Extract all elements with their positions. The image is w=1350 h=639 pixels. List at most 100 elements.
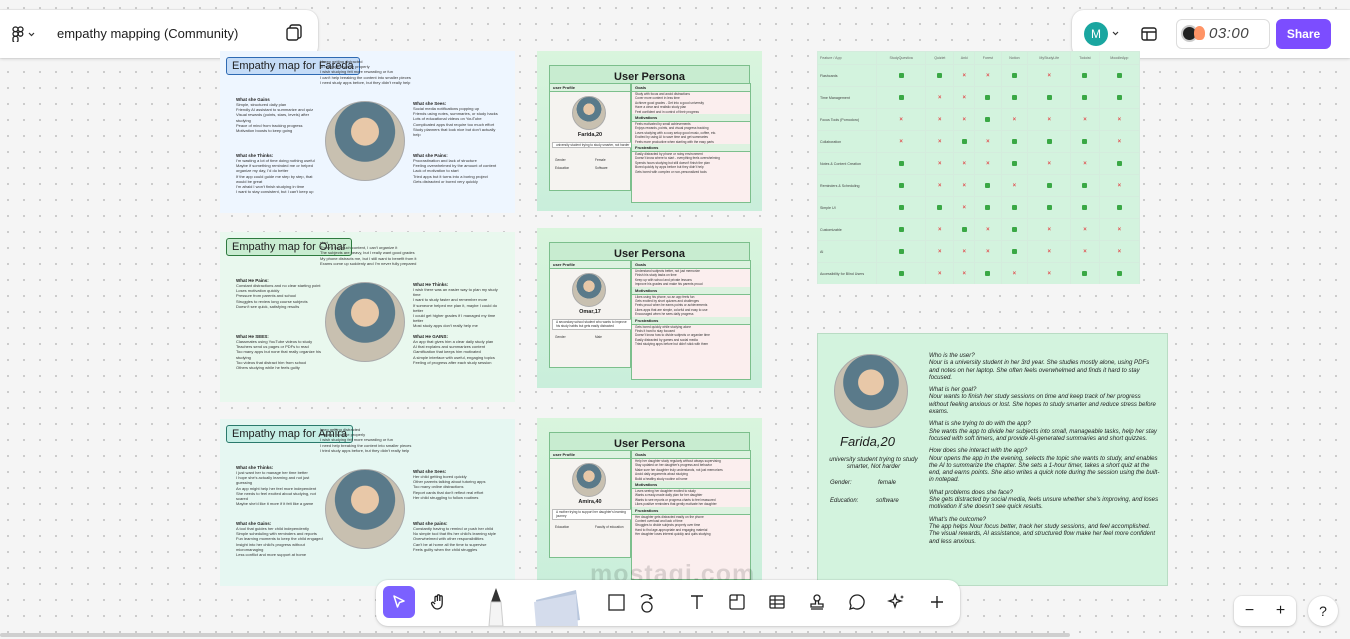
matrix-cell: × [974,218,1002,241]
file-name[interactable]: empathy mapping (Community) [57,26,238,41]
cross-icon: × [1083,116,1087,123]
cross-icon: × [1012,270,1017,277]
hand-tool-button[interactable] [423,586,455,618]
quadrant-item: If the app could guide me step by step, … [236,173,313,184]
ai-tool-button[interactable] [881,586,913,618]
story-education: software [876,498,899,504]
story-question: How does she interact with the app? [929,447,1028,455]
matrix-row-label: Collaboration [817,130,877,153]
persona-name: Amira,40 [578,499,602,505]
check-icon [1082,182,1088,188]
story-answer: Nour is a university student in her 3rd … [929,359,1150,381]
empathy-quadrant: What He Thinks: I wish there was an easie… [413,282,501,329]
quadrant-item: I could get higher grades if I managed m… [413,313,496,324]
matrix-cell [875,86,927,109]
stickies-icon [534,590,580,626]
persona-card[interactable]: User Persona user Profile Farida,20 univers… [537,51,762,211]
check-icon [1082,72,1088,78]
section-tool-button[interactable] [721,586,753,618]
matrix-cell [875,262,927,284]
check-icon [1116,72,1122,78]
user-avatar[interactable]: M [1084,22,1108,46]
matrix-cell [974,86,1002,109]
check-icon [985,270,991,276]
matrix-cell: × [1027,64,1072,87]
matrix-cell [875,218,927,241]
quadrant-item: Too many apps but none that really organ… [236,349,321,360]
matrix-cell: × [925,240,955,263]
shape-tool-button[interactable] [601,586,633,618]
comment-tool-button[interactable] [841,586,873,618]
quadrant-item: Gets distracted or bored very quickly [413,178,478,184]
move-tool-button[interactable] [383,586,415,618]
matrix-cell [1098,196,1140,219]
more-tools-button[interactable] [921,586,953,618]
persona-photo [572,96,606,130]
cross-icon: × [986,72,990,79]
cross-icon: × [1117,248,1122,255]
matrix-cell [974,108,1002,131]
text-tool-button[interactable] [681,586,713,618]
layout-panel-icon[interactable] [1140,25,1158,43]
matrix-row: Time Management × × [817,86,1140,109]
zoom-in-button[interactable]: + [1265,596,1296,626]
chevron-down-icon[interactable] [1112,31,1119,36]
persona-card[interactable]: User Persona user Profile Omar,17 A seconda… [537,228,762,388]
sparkle-icon [887,592,904,610]
matrix-cell [875,152,927,175]
matrix-cell [1098,86,1140,109]
comment-icon [849,594,865,610]
persona-profile: user Profile Omar,17 A secondary school st… [549,260,634,368]
zoom-out-button[interactable]: − [1234,596,1265,626]
table-tool-button[interactable] [761,586,793,618]
hand-icon [430,594,443,610]
matrix-cell: × [1000,174,1029,197]
quadrant-item: Doesn't see quick, satisfying results [236,303,300,309]
shapes-tool-button[interactable] [528,586,584,626]
empathy-map-card[interactable]: Empathy map for Fareda I keep getting dis… [220,51,515,213]
section-label: Frustrations [632,506,750,515]
timer-widget[interactable]: 03:00 [1176,19,1270,49]
share-button[interactable]: Share [1276,19,1331,49]
cross-icon: × [938,160,942,167]
matrix-cell: × [1098,174,1140,197]
matrix-cell: × [1098,108,1140,131]
cross-icon: × [1117,116,1122,123]
comparison-matrix[interactable]: Feature / App StudyQuestiva Quizlet Anki For… [817,51,1140,284]
matrix-row-label: Time Management [817,86,877,109]
cross-icon: × [1083,226,1087,233]
stamp-tool-button[interactable] [801,586,833,618]
persona-desc: A secondary school student who wants to … [552,319,634,330]
quadrant-item: I want to stay consistent, but I can't k… [236,189,314,195]
check-icon [1116,270,1122,276]
story-answer: Nour opens the app in the evening, selec… [929,454,1160,484]
connector-tool-button[interactable] [631,586,663,618]
matrix-cell: × [953,108,976,131]
profile-label: user Profile [550,451,630,459]
matrix-cell [1027,196,1072,219]
check-icon [898,226,904,232]
check-icon [1011,138,1017,144]
empathy-map-card[interactable]: Empathy map for Omar start There's too muc… [220,232,515,402]
pages-panel-button[interactable] [284,23,306,45]
matrix-header-cell: MyStudyLife [1027,51,1072,65]
matrix-cell: × [953,262,976,284]
matrix-cell [875,240,927,263]
help-button[interactable]: ? [1308,596,1338,626]
matrix-header-cell: MoodleApp [1098,51,1140,65]
matrix-cell [1098,64,1140,87]
empathy-map-card[interactable]: Empathy map for Amira keep getting distra… [220,419,515,586]
story-question: What is she trying to do with the app? [929,420,1031,428]
check-icon [1011,226,1017,232]
marker-tool-button[interactable] [478,586,514,627]
check-icon [898,182,904,188]
matrix-row: Simple UI × [817,196,1140,219]
cross-icon: × [1083,248,1087,255]
cross-icon: × [938,270,942,277]
help-label: ? [1319,603,1327,619]
main-menu-button[interactable] [12,24,42,44]
check-icon [937,204,943,210]
horizontal-scrollbar[interactable] [0,633,1070,637]
cross-icon: × [1047,72,1051,79]
persona-story-card[interactable]: Farida,20 university student trying to s… [817,333,1168,586]
